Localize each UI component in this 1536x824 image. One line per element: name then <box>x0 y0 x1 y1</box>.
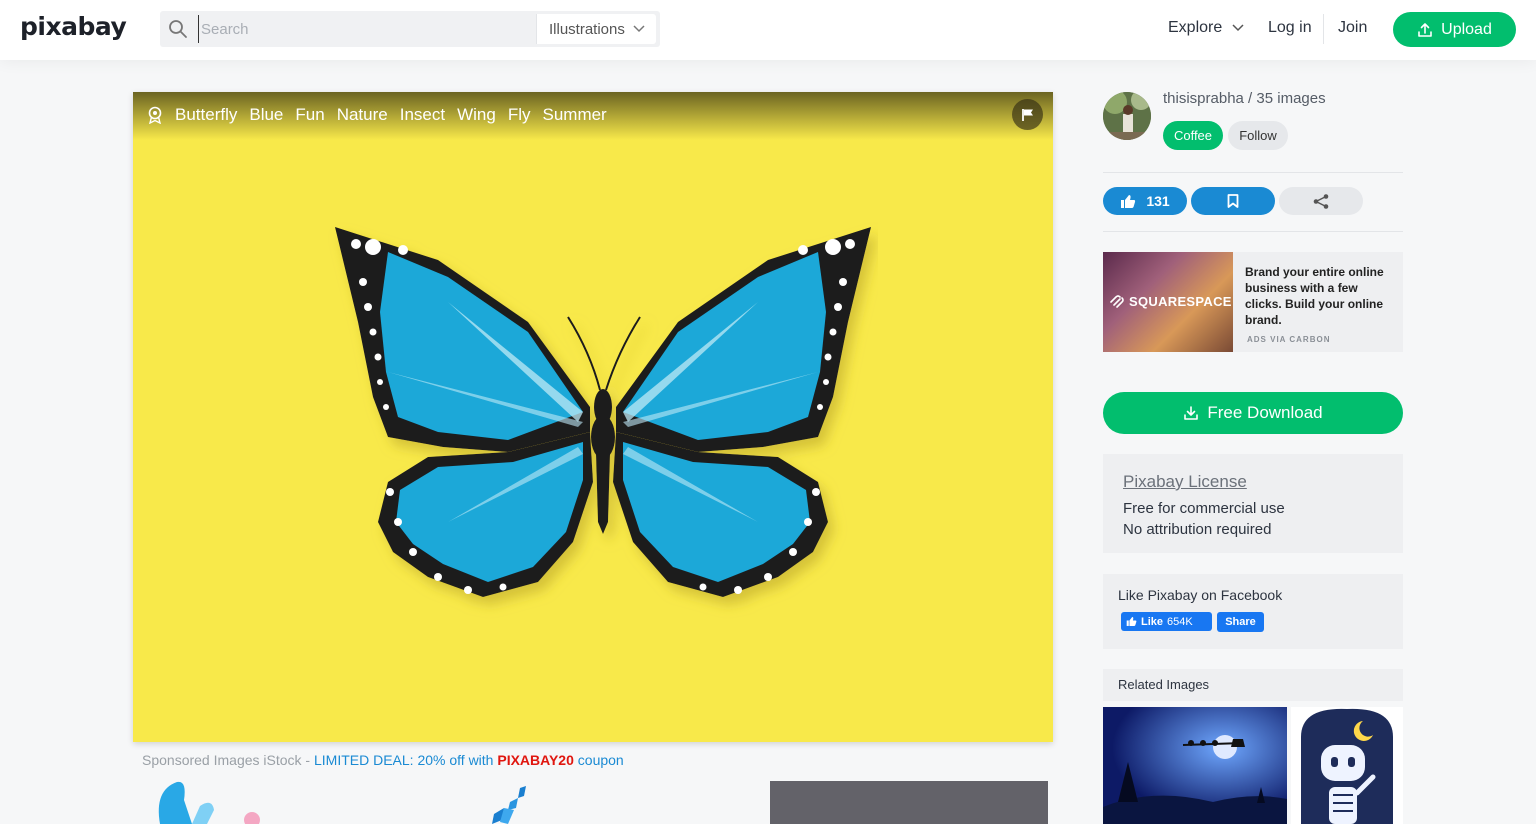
pixabay-logo[interactable]: pixabay <box>20 12 127 41</box>
facebook-share-button[interactable]: Share <box>1217 612 1264 632</box>
upload-label: Upload <box>1441 20 1492 38</box>
search-bar: Illustrations <box>160 11 660 47</box>
tag-item[interactable]: Fun <box>295 105 324 125</box>
nav-explore-label: Explore <box>1168 19 1223 36</box>
carbon-ad[interactable]: SQUARESPACE Brand your entire online bus… <box>1103 252 1403 352</box>
facebook-thumbs-up-icon <box>1126 617 1137 626</box>
search-icon[interactable] <box>168 19 188 39</box>
top-header: pixabay Illustrations Explore Log in Joi… <box>0 0 1536 60</box>
coffee-button[interactable]: Coffee <box>1163 121 1223 150</box>
chevron-down-icon <box>1232 24 1244 32</box>
sponsored-thumb-blue-butterflies[interactable] <box>490 784 540 824</box>
avatar[interactable] <box>1103 92 1151 140</box>
follow-button[interactable]: Follow <box>1228 121 1288 150</box>
like-count: 131 <box>1146 193 1170 209</box>
sponsored-line: Sponsored Images iStock - LIMITED DEAL: … <box>142 752 624 768</box>
ad-brand-label: SQUARESPACE <box>1129 294 1232 309</box>
save-to-collection-button[interactable] <box>1191 187 1275 215</box>
license-link[interactable]: Pixabay License <box>1123 472 1247 492</box>
facebook-like-button[interactable]: Like 654K <box>1121 612 1212 631</box>
chevron-down-icon <box>633 25 645 33</box>
main-image[interactable]: Butterfly Blue Fun Nature Insect Wing Fl… <box>133 92 1053 742</box>
uploader-info[interactable]: thisisprabha / 35 images <box>1163 90 1326 107</box>
tag-item[interactable]: Blue <box>249 105 283 125</box>
share-button[interactable] <box>1279 187 1363 215</box>
award-icon <box>148 106 162 124</box>
sponsored-coupon-code[interactable]: PIXABAY20 <box>497 752 574 768</box>
license-box: Pixabay License Free for commercial use … <box>1103 454 1403 553</box>
tag-item[interactable]: Insect <box>400 105 445 125</box>
free-download-label: Free Download <box>1207 403 1323 422</box>
flag-icon <box>1021 108 1033 121</box>
tag-item[interactable]: Wing <box>457 105 496 125</box>
related-image-santa-night[interactable] <box>1103 707 1287 824</box>
facebook-like-count: 654K <box>1167 615 1193 628</box>
upload-button[interactable]: Upload <box>1393 12 1516 47</box>
ad-text[interactable]: Brand your entire online business with a… <box>1245 264 1397 328</box>
sponsored-thumb-butterflies[interactable] <box>152 780 272 824</box>
nav-explore[interactable]: Explore <box>1168 19 1244 37</box>
license-attribution: No attribution required <box>1123 521 1272 538</box>
tag-item[interactable]: Nature <box>337 105 388 125</box>
related-image-skeleton[interactable] <box>1291 707 1403 824</box>
search-category-label: Illustrations <box>549 20 625 38</box>
like-button[interactable]: 131 <box>1103 187 1187 215</box>
related-images-header: Related Images <box>1103 669 1403 701</box>
sponsored-prefix: Sponsored Images iStock - <box>142 752 314 768</box>
search-input[interactable] <box>198 15 528 43</box>
sponsored-deal-link[interactable]: LIMITED DEAL: 20% off with <box>314 752 497 768</box>
search-category-dropdown[interactable]: Illustrations <box>536 14 656 44</box>
tag-item[interactable]: Butterfly <box>175 105 237 125</box>
nav-divider <box>1323 14 1324 44</box>
ad-brand: SQUARESPACE <box>1109 294 1232 309</box>
facebook-title: Like Pixabay on Facebook <box>1118 587 1283 603</box>
download-icon <box>1184 406 1199 420</box>
bookmark-icon <box>1227 194 1239 208</box>
thumbs-up-icon <box>1121 194 1136 208</box>
nav-login[interactable]: Log in <box>1268 19 1312 37</box>
tag-list: Butterfly Blue Fun Nature Insect Wing Fl… <box>175 105 619 125</box>
tag-item[interactable]: Summer <box>542 105 606 125</box>
tag-item[interactable]: Fly <box>508 105 531 125</box>
report-button[interactable] <box>1012 99 1043 130</box>
santa-night-thumbnail <box>1103 707 1287 824</box>
squarespace-logo-icon <box>1110 294 1124 308</box>
avatar-image <box>1103 92 1151 140</box>
share-icon <box>1313 193 1329 209</box>
license-commercial-use: Free for commercial use <box>1123 500 1285 517</box>
facebook-box: Like Pixabay on Facebook Like 654K Share <box>1103 574 1403 649</box>
sponsored-suffix[interactable]: coupon <box>574 752 624 768</box>
skeleton-thumbnail <box>1291 707 1403 824</box>
divider <box>1103 172 1403 173</box>
nav-join[interactable]: Join <box>1338 19 1367 37</box>
ad-image: SQUARESPACE <box>1103 252 1233 352</box>
related-images-title: Related Images <box>1118 677 1210 692</box>
tag-bar: Butterfly Blue Fun Nature Insect Wing Fl… <box>133 92 1053 140</box>
sponsored-thumb-dark[interactable] <box>770 781 1048 824</box>
butterfly-illustration <box>335 227 871 597</box>
facebook-like-label: Like <box>1141 615 1164 628</box>
free-download-button[interactable]: Free Download <box>1103 392 1403 434</box>
upload-icon <box>1418 22 1432 37</box>
ad-via-link[interactable]: ADS VIA CARBON <box>1247 335 1330 344</box>
divider <box>1103 231 1403 232</box>
